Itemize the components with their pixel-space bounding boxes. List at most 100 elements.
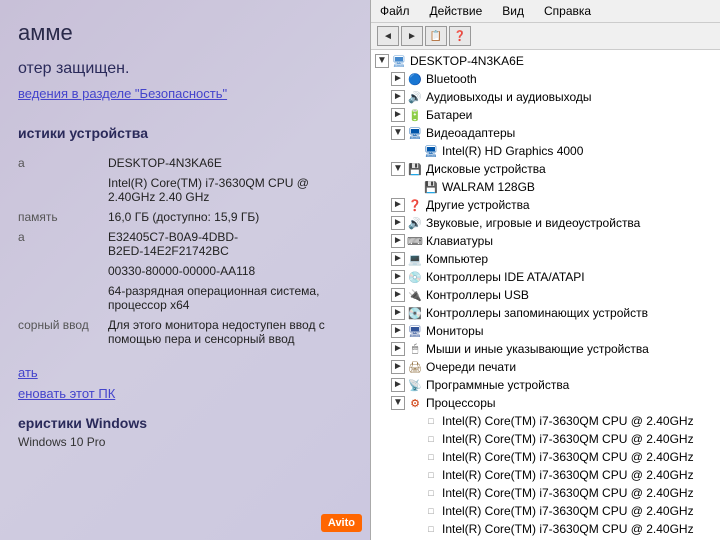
item-label: Программные устройства: [426, 378, 569, 392]
item-label: Звуковые, игровые и видеоустройства: [426, 216, 640, 230]
row-value: Для этого монитора недоступен ввод спомо…: [108, 315, 352, 349]
expand-icon: ▼: [391, 126, 405, 140]
storage-icon: 💽: [407, 305, 423, 321]
bluetooth-icon: 🔵: [407, 71, 423, 87]
proc-child-icon: □: [423, 503, 439, 519]
row-label: [18, 261, 108, 281]
back-button[interactable]: ◄: [377, 26, 399, 46]
bottom-links: ать еновать этот ПК: [18, 365, 352, 401]
video-icon: 🖥: [407, 125, 423, 141]
sound-icon: 🔊: [407, 215, 423, 231]
usb-icon: 🔌: [407, 287, 423, 303]
row-value: 64-разрядная операционная система,процес…: [108, 281, 352, 315]
link-rename[interactable]: еновать этот ПК: [18, 386, 352, 401]
tree-item-proc-6[interactable]: ► □ Intel(R) Core(TM) i7-3630QM CPU @ 2.…: [371, 502, 720, 520]
link-copy[interactable]: ать: [18, 365, 352, 380]
tree-item-proc-2[interactable]: ► □ Intel(R) Core(TM) i7-3630QM CPU @ 2.…: [371, 430, 720, 448]
item-label: Клавиатуры: [426, 234, 493, 248]
tree-item-prog[interactable]: ► 📡 Программные устройства: [371, 376, 720, 394]
tree-item-processors[interactable]: ▼ ⚙ Процессоры: [371, 394, 720, 412]
device-manager-panel: Файл Действие Вид Справка ◄ ► 📋 ❓ ▼ 🖥 DE…: [370, 0, 720, 540]
tree-root[interactable]: ▼ 🖥 DESKTOP-4N3KA6E: [371, 52, 720, 70]
tree-item-computer[interactable]: ► 💻 Компьютер: [371, 250, 720, 268]
item-label: Мониторы: [426, 324, 483, 338]
item-label: Мыши и иные указывающие устройства: [426, 342, 649, 356]
help-button[interactable]: ❓: [449, 26, 471, 46]
menu-file[interactable]: Файл: [377, 2, 413, 20]
table-row: Intel(R) Core(TM) i7-3630QM CPU @2.40GHz…: [18, 173, 352, 207]
proc-child-icon: □: [423, 467, 439, 483]
tree-item-disk[interactable]: ▼ 💾 Дисковые устройства: [371, 160, 720, 178]
item-label: Intel(R) Core(TM) i7-3630QM CPU @ 2.40GH…: [442, 432, 694, 446]
proc-child-icon: □: [423, 431, 439, 447]
expand-icon: ►: [391, 198, 405, 212]
tree-item-walram[interactable]: ► 💾 WALRAM 128GB: [371, 178, 720, 196]
item-label: Intel(R) HD Graphics 4000: [442, 144, 583, 158]
item-label: Intel(R) Core(TM) i7-3630QM CPU @ 2.40GH…: [442, 504, 694, 518]
table-row: а DESKTOP-4N3KA6E: [18, 153, 352, 173]
left-status: отер защищен.: [18, 60, 352, 78]
tree-item-intel-graphics[interactable]: ► 🖥 Intel(R) HD Graphics 4000: [371, 142, 720, 160]
expand-icon: ▼: [391, 162, 405, 176]
proc-child-icon: □: [423, 521, 439, 537]
menu-action[interactable]: Действие: [427, 2, 486, 20]
security-link[interactable]: ведения в разделе "Безопасность": [18, 86, 352, 101]
tree-item-video[interactable]: ▼ 🖥 Видеоадаптеры: [371, 124, 720, 142]
tree-item-keyboard[interactable]: ► ⌨ Клавиатуры: [371, 232, 720, 250]
tree-item-other[interactable]: ► ❓ Другие устройства: [371, 196, 720, 214]
menu-help[interactable]: Справка: [541, 2, 594, 20]
row-label: а: [18, 227, 108, 261]
device-info-table: а DESKTOP-4N3KA6E Intel(R) Core(TM) i7-3…: [18, 153, 352, 349]
expand-icon: ►: [391, 378, 405, 392]
menu-view[interactable]: Вид: [499, 2, 527, 20]
tree-item-sound[interactable]: ► 🔊 Звуковые, игровые и видеоустройства: [371, 214, 720, 232]
properties-button[interactable]: 📋: [425, 26, 447, 46]
row-value: Intel(R) Core(TM) i7-3630QM CPU @2.40GHz…: [108, 173, 352, 207]
windows-section: еристики Windows Windows 10 Pro: [18, 415, 352, 449]
monitor-icon: 🖥: [407, 323, 423, 339]
expand-icon: ►: [391, 252, 405, 266]
tree-item-proc-3[interactable]: ► □ Intel(R) Core(TM) i7-3630QM CPU @ 2.…: [371, 448, 720, 466]
proc-child-icon: □: [423, 485, 439, 501]
item-label: Очереди печати: [426, 360, 516, 374]
disk-icon: 💾: [407, 161, 423, 177]
device-chars-title: истики устройства: [18, 125, 352, 141]
expand-icon: ►: [391, 108, 405, 122]
device-tree[interactable]: ▼ 🖥 DESKTOP-4N3KA6E ► 🔵 Bluetooth ► 🔊 Ау…: [371, 50, 720, 540]
print-icon: 🖨: [407, 359, 423, 375]
tree-item-proc-4[interactable]: ► □ Intel(R) Core(TM) i7-3630QM CPU @ 2.…: [371, 466, 720, 484]
item-label: Батареи: [426, 108, 472, 122]
item-label: Видеоадаптеры: [426, 126, 515, 140]
tree-item-proc-5[interactable]: ► □ Intel(R) Core(TM) i7-3630QM CPU @ 2.…: [371, 484, 720, 502]
row-label: сорный ввод: [18, 315, 108, 349]
tree-item-mouse[interactable]: ► 🖱 Мыши и иные указывающие устройства: [371, 340, 720, 358]
windows-version: Windows 10 Pro: [18, 435, 352, 449]
expand-icon: ►: [391, 360, 405, 374]
tree-item-audio[interactable]: ► 🔊 Аудиовыходы и аудиовыходы: [371, 88, 720, 106]
tree-item-proc-7[interactable]: ► □ Intel(R) Core(TM) i7-3630QM CPU @ 2.…: [371, 520, 720, 538]
prog-icon: 📡: [407, 377, 423, 393]
item-label: Bluetooth: [426, 72, 477, 86]
tree-item-monitor[interactable]: ► 🖥 Мониторы: [371, 322, 720, 340]
mouse-icon: 🖱: [407, 341, 423, 357]
menubar: Файл Действие Вид Справка: [371, 0, 720, 23]
item-label: Дисковые устройства: [426, 162, 546, 176]
tree-item-print[interactable]: ► 🖨 Очереди печати: [371, 358, 720, 376]
row-label: [18, 281, 108, 315]
tree-item-bluetooth[interactable]: ► 🔵 Bluetooth: [371, 70, 720, 88]
expand-icon: ►: [391, 288, 405, 302]
tree-item-storage[interactable]: ► 💽 Контроллеры запоминающих устройств: [371, 304, 720, 322]
keyboard-icon: ⌨: [407, 233, 423, 249]
tree-item-proc-1[interactable]: ► □ Intel(R) Core(TM) i7-3630QM CPU @ 2.…: [371, 412, 720, 430]
tree-item-ide[interactable]: ► 💿 Контроллеры IDE ATA/ATAPI: [371, 268, 720, 286]
tree-item-battery[interactable]: ► 🔋 Батареи: [371, 106, 720, 124]
item-label: Intel(R) Core(TM) i7-3630QM CPU @ 2.40GH…: [442, 522, 694, 536]
audio-icon: 🔊: [407, 89, 423, 105]
row-label: а: [18, 153, 108, 173]
item-label: Другие устройства: [426, 198, 530, 212]
tree-item-usb[interactable]: ► 🔌 Контроллеры USB: [371, 286, 720, 304]
item-label: Intel(R) Core(TM) i7-3630QM CPU @ 2.40GH…: [442, 468, 694, 482]
expand-icon: ►: [391, 234, 405, 248]
row-label: память: [18, 207, 108, 227]
forward-button[interactable]: ►: [401, 26, 423, 46]
